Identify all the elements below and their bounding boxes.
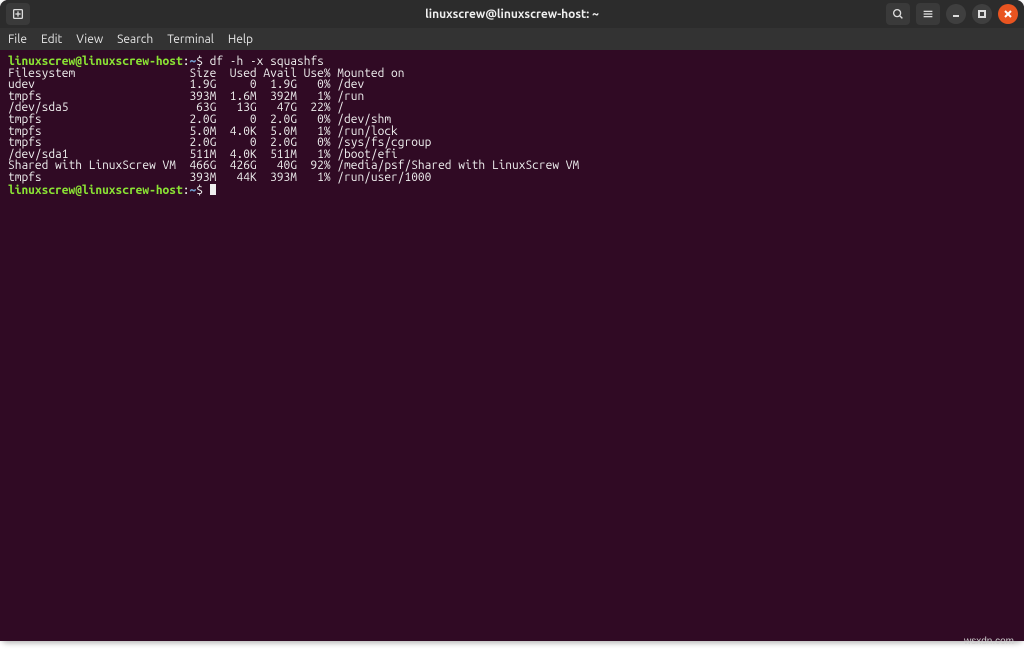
watermark: wsxdn.com [964, 636, 1014, 647]
terminal-body[interactable]: linuxscrew@linuxscrew-host:~$ df -h -x s… [0, 50, 1024, 641]
menu-terminal[interactable]: Terminal [167, 33, 214, 46]
search-icon [891, 7, 905, 21]
maximize-button[interactable] [972, 4, 992, 24]
maximize-icon [977, 9, 987, 19]
prompt-line: linuxscrew@linuxscrew-host:~$ df -h -x s… [8, 56, 1016, 68]
new-tab-button[interactable] [6, 3, 30, 25]
menu-help[interactable]: Help [228, 33, 253, 46]
titlebar-left [6, 3, 30, 25]
df-row: tmpfs 2.0G 0 2.0G 0% /sys/fs/cgroup [8, 137, 1016, 149]
menu-edit[interactable]: Edit [41, 33, 62, 46]
search-button[interactable] [886, 3, 910, 25]
menu-button[interactable] [916, 3, 940, 25]
hamburger-icon [921, 7, 935, 21]
titlebar-right [886, 3, 1018, 25]
new-tab-icon [11, 7, 25, 21]
df-row: tmpfs 393M 44K 393M 1% /run/user/1000 [8, 172, 1016, 184]
close-icon [1003, 9, 1013, 19]
close-button[interactable] [998, 4, 1018, 24]
menu-file[interactable]: File [8, 33, 27, 46]
menu-view[interactable]: View [76, 33, 103, 46]
titlebar: linuxscrew@linuxscrew-host: ~ [0, 0, 1024, 28]
minimize-button[interactable] [946, 4, 966, 24]
menubar: File Edit View Search Terminal Help [0, 28, 1024, 50]
minimize-icon [951, 9, 961, 19]
terminal-window: linuxscrew@linuxscrew-host: ~ File Edit … [0, 0, 1024, 641]
prompt-line: linuxscrew@linuxscrew-host:~$ [8, 184, 1016, 196]
window-title: linuxscrew@linuxscrew-host: ~ [0, 8, 1024, 21]
df-row: tmpfs 2.0G 0 2.0G 0% /dev/shm [8, 114, 1016, 126]
menu-search[interactable]: Search [117, 33, 153, 46]
cursor [210, 184, 216, 195]
